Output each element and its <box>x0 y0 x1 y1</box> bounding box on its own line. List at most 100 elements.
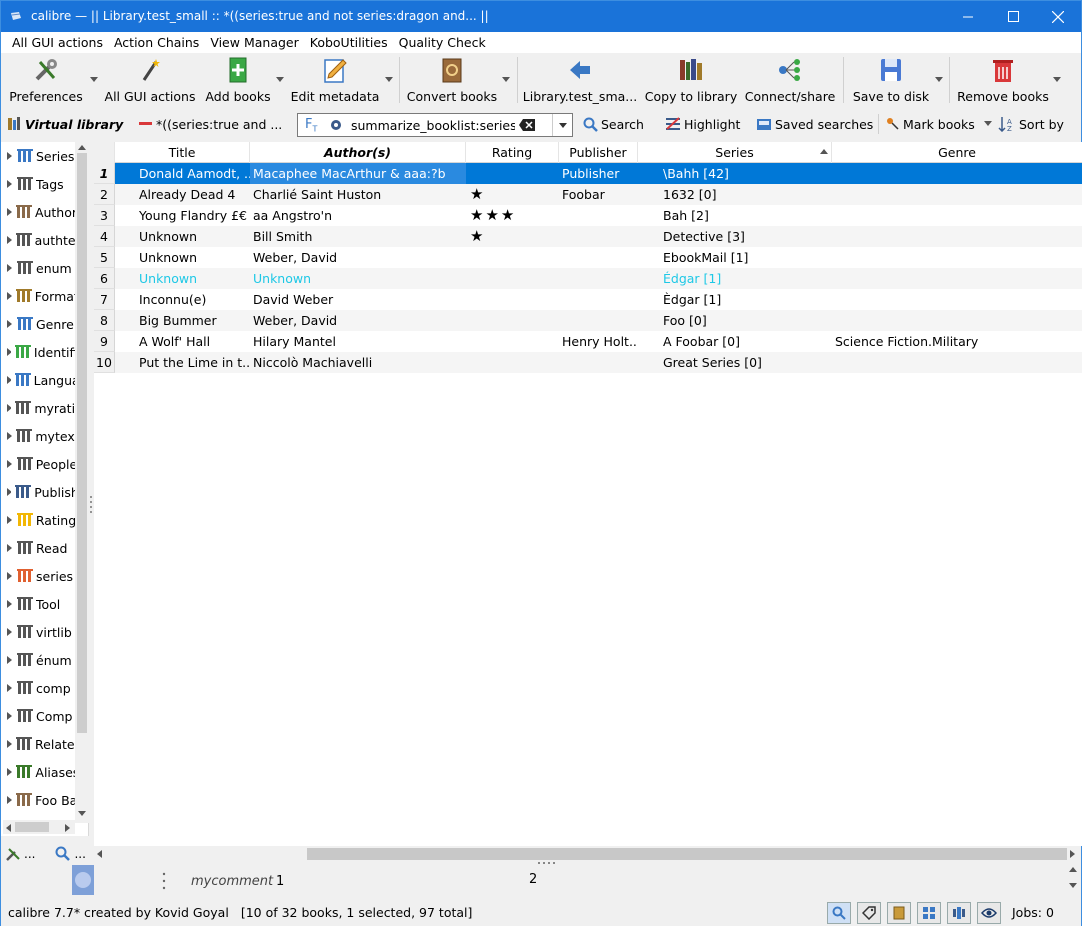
expand-arrow-icon[interactable] <box>7 600 13 608</box>
table-cell-title[interactable]: A Wolf' Hall <box>115 331 250 352</box>
tag-browser-category[interactable]: Rating <box>1 506 75 534</box>
tag-browser-category[interactable]: enum <box>1 254 75 282</box>
expand-arrow-icon[interactable] <box>7 152 13 160</box>
table-cell-title[interactable]: Unknown <box>115 247 250 268</box>
row-number[interactable]: 1 <box>94 163 115 184</box>
table-row[interactable]: 4 Unknown Bill Smith ★ Detective [3] <box>94 226 1082 247</box>
table-cell-genre[interactable]: Science Fiction.Military <box>832 331 1082 352</box>
row-number[interactable]: 9 <box>94 331 115 352</box>
table-cell-author[interactable]: Weber, David <box>250 310 466 331</box>
expand-arrow-icon[interactable] <box>7 656 13 664</box>
search-box[interactable]: FT summarize_booklist:series,1 <box>297 113 573 137</box>
table-cell-publisher[interactable] <box>559 289 638 310</box>
remove-books-dropdown-arrow[interactable] <box>1053 77 1061 82</box>
table-cell-title[interactable]: Inconnu(e) <box>115 289 250 310</box>
scroll-left-arrow[interactable] <box>6 824 11 832</box>
tag-browser-category[interactable]: Comp <box>1 702 75 730</box>
tag-browser-category[interactable]: Identifiers <box>1 338 75 366</box>
column-header-series[interactable]: Series <box>638 142 832 163</box>
expand-arrow-icon[interactable] <box>7 348 11 356</box>
book-cover-thumbnail[interactable] <box>72 865 94 895</box>
search-history-dropdown[interactable] <box>552 114 572 136</box>
tag-browser-category[interactable]: mytext <box>1 422 75 450</box>
save-to-disk-button[interactable]: Save to disk <box>849 53 933 106</box>
expand-arrow-icon[interactable] <box>7 292 12 300</box>
configure-tag-browser-button[interactable]: ... <box>5 846 35 862</box>
table-horizontal-scroll-thumb[interactable] <box>307 848 1067 860</box>
table-cell-publisher[interactable]: Publisher <box>559 163 638 184</box>
table-cell-author[interactable]: Weber, David <box>250 247 466 268</box>
expand-arrow-icon[interactable] <box>7 628 13 636</box>
table-cell-series[interactable]: Édgar [1] <box>638 268 832 289</box>
details-scroll-up-arrow[interactable] <box>1069 867 1077 872</box>
table-cell-series[interactable]: Bah [2] <box>638 205 832 226</box>
saved-searches-button[interactable]: Saved searches <box>756 109 873 139</box>
tag-browser-category[interactable]: myrating <box>1 394 75 422</box>
expand-arrow-icon[interactable] <box>7 516 13 524</box>
minimize-button[interactable] <box>945 1 991 32</box>
column-header-title[interactable]: Title <box>115 142 250 163</box>
tag-browser-category[interactable]: Aliases <box>1 758 75 786</box>
expand-arrow-icon[interactable] <box>7 404 12 412</box>
table-cell-series[interactable]: 1632 [0] <box>638 184 832 205</box>
table-cell-title[interactable]: Put the Lime in t... <box>115 352 250 373</box>
table-cell-title[interactable]: Already Dead 4 <box>115 184 250 205</box>
layout-quickview-toggle[interactable] <box>977 902 1001 924</box>
row-number[interactable]: 8 <box>94 310 115 331</box>
menu-all-gui-actions[interactable]: All GUI actions <box>7 35 108 50</box>
tag-browser-category[interactable]: Publisher <box>1 478 75 506</box>
expand-arrow-icon[interactable] <box>7 684 13 692</box>
row-number[interactable]: 4 <box>94 226 115 247</box>
row-number[interactable]: 3 <box>94 205 115 226</box>
row-number[interactable]: 7 <box>94 289 115 310</box>
table-cell-rating[interactable] <box>466 310 559 331</box>
expand-arrow-icon[interactable] <box>7 740 12 748</box>
tag-browser-horizontal-scrollbar[interactable] <box>3 820 75 834</box>
table-cell-series[interactable]: EbookMail [1] <box>638 247 832 268</box>
table-cell-genre[interactable] <box>832 163 1082 184</box>
scroll-right-arrow[interactable] <box>1070 850 1075 858</box>
tag-browser-scroll-thumb[interactable] <box>77 153 87 733</box>
table-cell-genre[interactable] <box>832 226 1082 247</box>
add-books-button[interactable]: Add books <box>203 53 273 106</box>
table-cell-genre[interactable] <box>832 247 1082 268</box>
remove-books-button[interactable]: Remove books <box>955 53 1051 106</box>
table-cell-rating[interactable] <box>466 163 559 184</box>
find-in-tag-browser-button[interactable]: ... <box>55 846 86 862</box>
layout-cover-grid-toggle[interactable] <box>917 902 941 924</box>
expand-arrow-icon[interactable] <box>7 432 12 440</box>
table-cell-genre[interactable] <box>832 310 1082 331</box>
expand-arrow-icon[interactable] <box>7 768 12 776</box>
row-number[interactable]: 5 <box>94 247 115 268</box>
convert-books-button[interactable]: Convert books <box>405 53 499 106</box>
details-resize-grip-icon[interactable] <box>537 861 557 865</box>
close-button[interactable] <box>1035 1 1081 32</box>
edit-metadata-button[interactable]: Edit metadata <box>291 53 379 106</box>
table-cell-genre[interactable] <box>832 184 1082 205</box>
table-cell-rating[interactable] <box>466 289 559 310</box>
table-cell-publisher[interactable]: Foobar <box>559 184 638 205</box>
menu-action-chains[interactable]: Action Chains <box>109 35 204 50</box>
search-input[interactable]: summarize_booklist:series,1 <box>351 118 515 133</box>
table-cell-series[interactable]: A Foobar [0] <box>638 331 832 352</box>
layout-cover-browser-toggle[interactable] <box>947 902 971 924</box>
jobs-indicator[interactable]: Jobs: 0 <box>1012 905 1054 920</box>
expand-arrow-icon[interactable] <box>7 320 13 328</box>
clear-search-icon[interactable] <box>519 119 535 131</box>
table-cell-title[interactable]: Unknown <box>115 226 250 247</box>
expand-arrow-icon[interactable] <box>7 180 13 188</box>
table-cell-title[interactable]: Donald Aamodt, ... <box>115 163 250 184</box>
gear-icon[interactable] <box>329 118 343 132</box>
row-number[interactable]: 2 <box>94 184 115 205</box>
tag-browser-category[interactable]: virtlib <box>1 618 75 646</box>
table-cell-author[interactable]: Bill Smith <box>250 226 466 247</box>
menu-kobo-utilities[interactable]: KoboUtilities <box>305 35 393 50</box>
table-row[interactable]: 6 Unknown Unknown Édgar [1] <box>94 268 1082 289</box>
table-cell-author[interactable]: Unknown <box>250 268 466 289</box>
edit-metadata-dropdown-arrow[interactable] <box>385 77 393 82</box>
menu-quality-check[interactable]: Quality Check <box>394 35 491 50</box>
table-cell-rating[interactable] <box>466 352 559 373</box>
table-cell-rating[interactable]: ★★★ <box>466 205 559 226</box>
table-row[interactable]: 2 Already Dead 4 Charlié Saint Huston ★ Foob… <box>94 184 1082 205</box>
expand-arrow-icon[interactable] <box>7 264 13 272</box>
